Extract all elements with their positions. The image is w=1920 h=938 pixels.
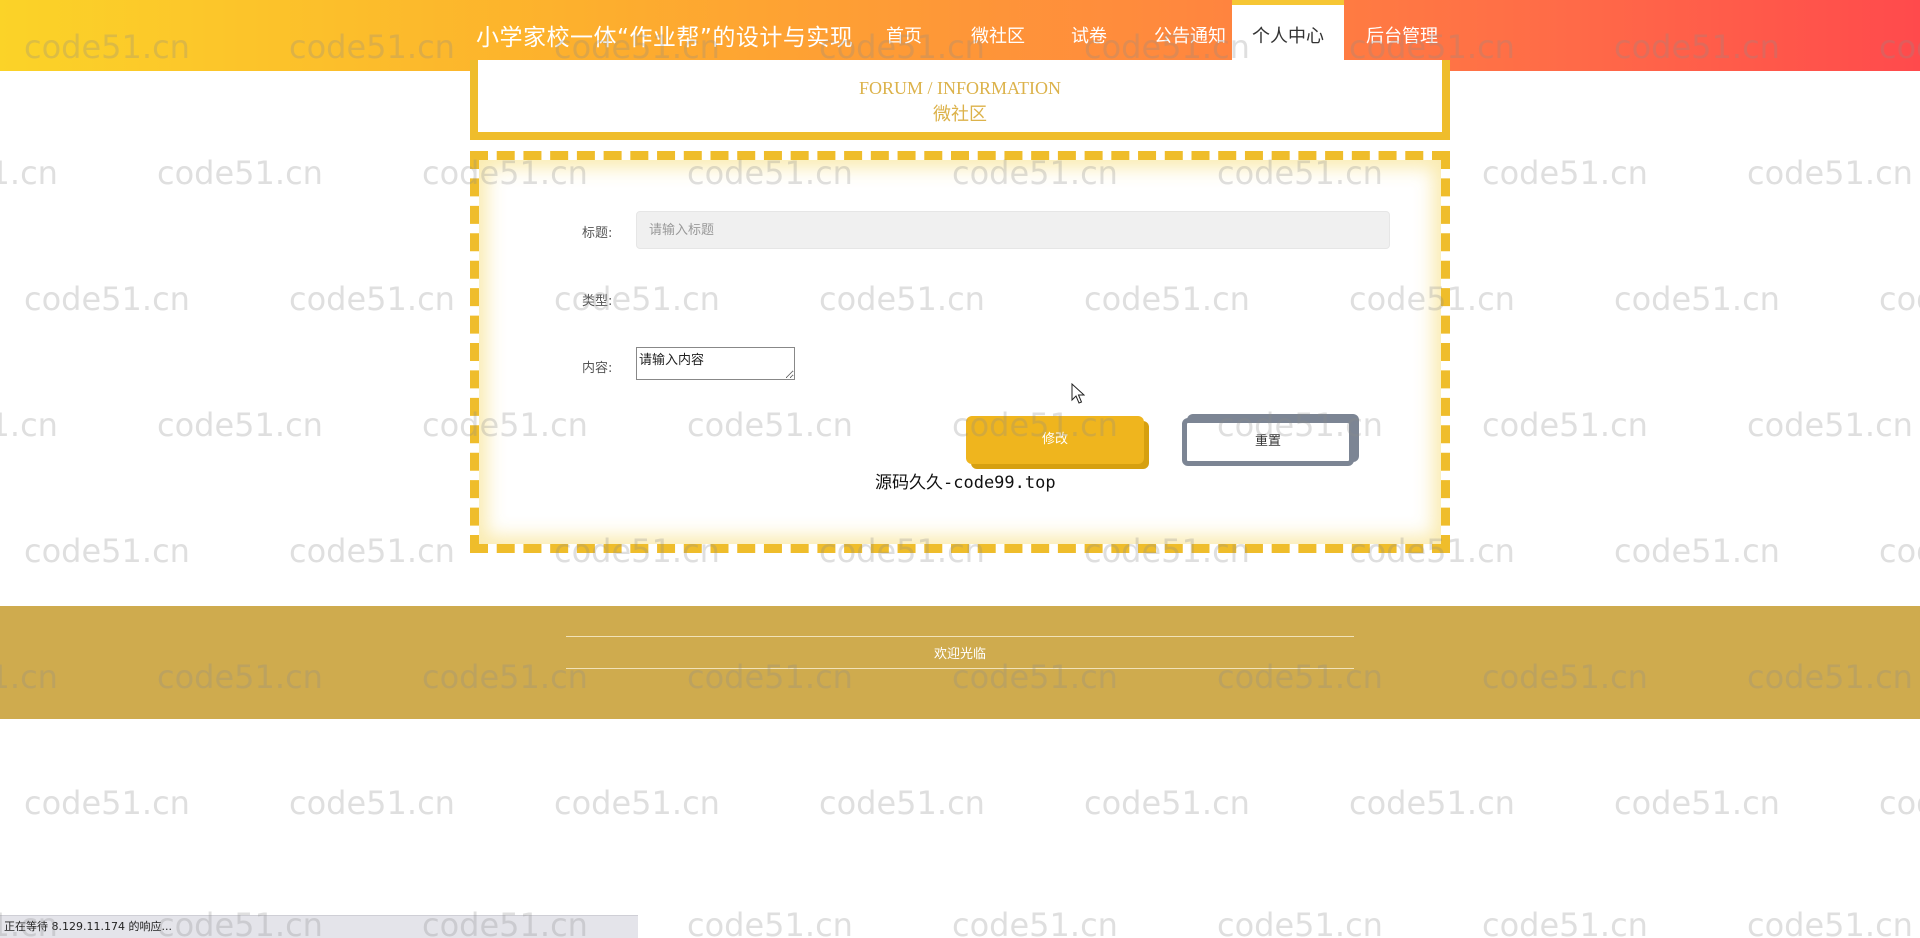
title-input[interactable] — [636, 211, 1390, 249]
source-watermark-text: 源码久久-code99.top — [875, 473, 1056, 493]
watermark-text: code51.cn — [1614, 280, 1780, 318]
watermark-text: code51.cn — [24, 784, 190, 822]
watermark-text: code51.cn — [157, 406, 323, 444]
watermark-text: code51.cn — [289, 532, 455, 570]
watermark-text: code51.cn — [1879, 784, 1920, 822]
watermark-text: code51.cn — [819, 784, 985, 822]
watermark-text: code51.cn — [157, 154, 323, 192]
watermark-text: code51.cn — [1614, 532, 1780, 570]
submit-button[interactable]: 修改 — [966, 416, 1144, 464]
watermark-text: code51.cn — [289, 280, 455, 318]
browser-status-bar: 正在等待 8.129.11.174 的响应... — [0, 915, 638, 938]
content-textarea[interactable] — [636, 347, 795, 380]
watermark-text: code51.cn — [1349, 784, 1515, 822]
footer: 欢迎光临 — [0, 606, 1920, 719]
content-label: 内容: — [582, 361, 613, 376]
section-title-cn: 微社区 — [933, 104, 987, 124]
title-label: 标题: — [582, 226, 613, 241]
type-label: 类型: — [582, 294, 613, 309]
watermark-text: code51.cn — [1747, 154, 1913, 192]
watermark-text: code51.cn — [1879, 280, 1920, 318]
watermark-text: code51.cn — [1482, 154, 1648, 192]
site-title: 小学家校一体“作业帮”的设计与实现 — [476, 25, 854, 51]
footer-divider-top — [566, 636, 1354, 637]
watermark-text: code51.cn — [952, 906, 1118, 938]
mouse-cursor-icon — [1071, 383, 1085, 404]
watermark-text: code51.cn — [1217, 906, 1383, 938]
watermark-text: code51.cn — [0, 154, 58, 192]
watermark-text: code51.cn — [1482, 406, 1648, 444]
section-title-en: FORUM / INFORMATION — [858, 78, 1062, 98]
watermark-text: code51.cn — [1084, 784, 1250, 822]
footer-text: 欢迎光临 — [933, 647, 986, 662]
watermark-text: code51.cn — [1614, 784, 1780, 822]
watermark-text: code51.cn — [1482, 906, 1648, 938]
watermark-text: code51.cn — [554, 784, 720, 822]
reset-button[interactable]: 重置 — [1182, 418, 1354, 466]
watermark-text: code51.cn — [24, 532, 190, 570]
footer-divider-bottom — [566, 668, 1354, 669]
watermark-text: code51.cn — [1747, 906, 1913, 938]
watermark-text: code51.cn — [0, 406, 58, 444]
watermark-text: code51.cn — [1747, 406, 1913, 444]
section-title-box: FORUM / INFORMATION 微社区 — [470, 60, 1450, 140]
watermark-text: code51.cn — [289, 784, 455, 822]
watermark-text: code51.cn — [687, 906, 853, 938]
watermark-text: code51.cn — [24, 280, 190, 318]
watermark-text: code51.cn — [1879, 532, 1920, 570]
